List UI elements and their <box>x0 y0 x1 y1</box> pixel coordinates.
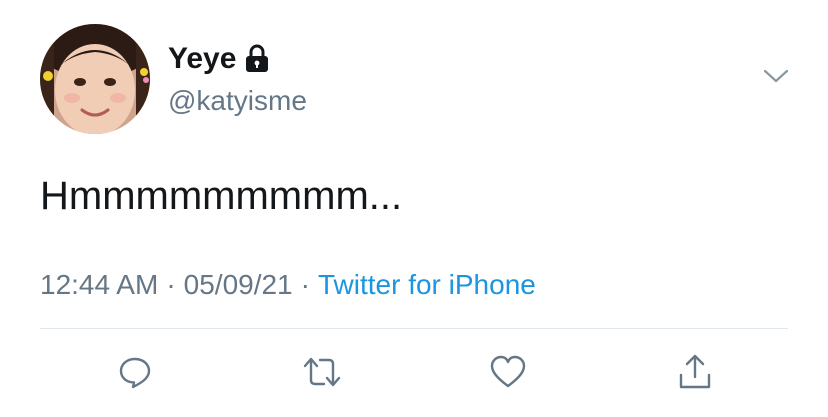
retweet-icon <box>303 357 341 387</box>
tweet-metadata: 12:44 AM · 05/09/21 · Twitter for iPhone <box>40 267 536 303</box>
share-icon <box>679 354 711 389</box>
user-handle[interactable]: @katyisme <box>168 84 307 118</box>
meta-separator: · <box>166 269 176 300</box>
tweet-time[interactable]: 12:44 AM <box>40 269 158 300</box>
meta-separator: · <box>300 269 310 300</box>
avatar[interactable] <box>40 24 150 134</box>
display-name-text: Yeye <box>168 42 237 75</box>
lock-icon <box>246 44 269 72</box>
avatar-photo <box>40 24 150 134</box>
tweet-date[interactable]: 05/09/21 <box>184 269 293 300</box>
retweet-button[interactable] <box>300 350 344 394</box>
tweet-text: Hmmmmmmmmm... <box>40 174 403 218</box>
share-button[interactable] <box>673 350 717 394</box>
divider <box>40 328 788 329</box>
tweet-source-link[interactable]: Twitter for iPhone <box>318 269 536 300</box>
heart-icon <box>490 355 526 388</box>
like-button[interactable] <box>486 350 530 394</box>
chevron-down-icon[interactable] <box>762 66 790 86</box>
display-name[interactable]: Yeye <box>168 40 270 78</box>
tweet-card: Yeye @katyisme Hmmmmmmmmm... 12:44 AM · 05… <box>0 0 828 417</box>
reply-button[interactable] <box>113 350 157 394</box>
comment-icon <box>119 357 151 389</box>
